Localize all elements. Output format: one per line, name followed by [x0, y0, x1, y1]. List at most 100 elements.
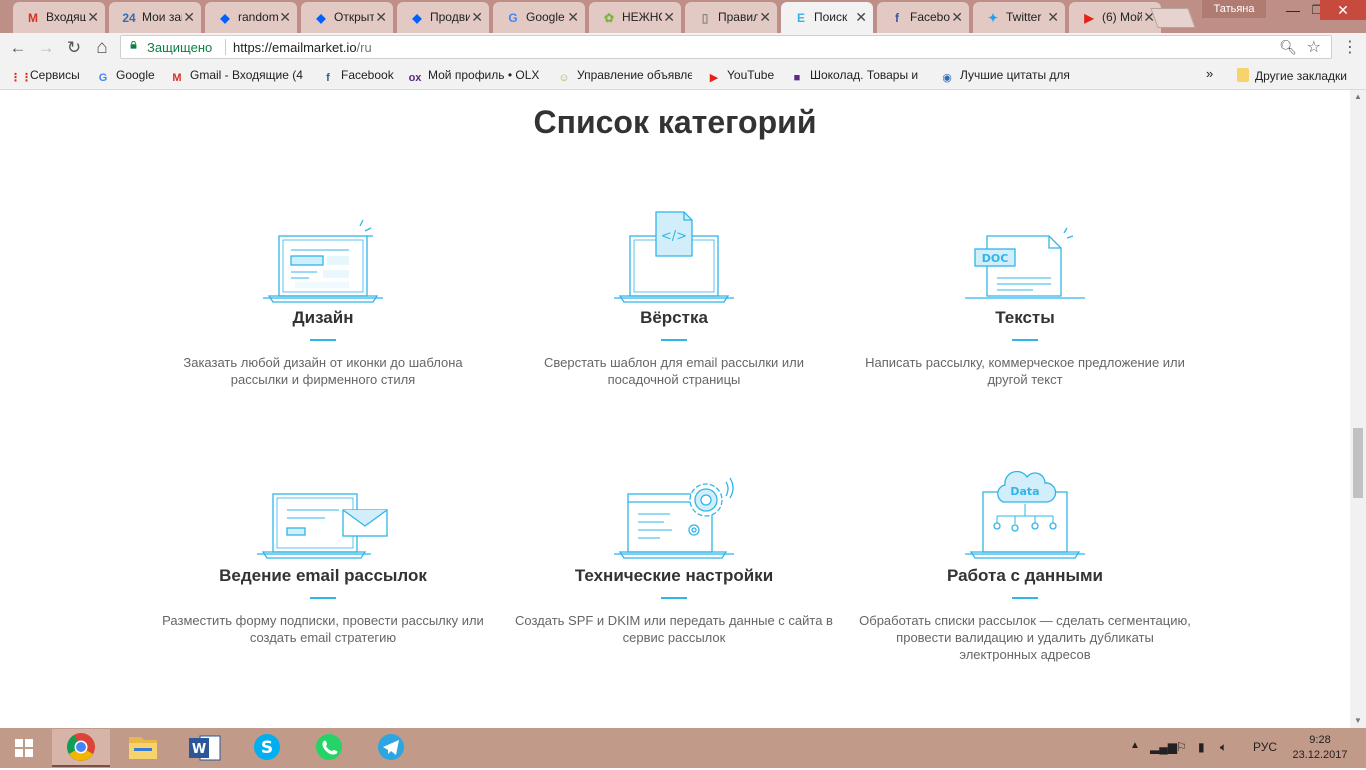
clock-date: 23.12.2017 [1292, 749, 1348, 761]
tab-5[interactable]: G Google ✕ [493, 2, 585, 33]
tab-11[interactable]: ▶ (6) Мой ✕ [1069, 2, 1161, 33]
tab-title: Открытие [334, 10, 374, 24]
address-bar[interactable]: Защищено https://emailmarket.io/ru 🔍︎ ☆ [120, 35, 1332, 59]
category-card-markup[interactable]: </> Вёрстка Сверстать шаблон для email р… [499, 210, 849, 388]
close-tab-icon[interactable]: ✕ [375, 9, 387, 26]
tray-overflow-icon[interactable]: ▲ [1130, 740, 1140, 751]
tab-title: (6) Мой [1102, 10, 1142, 24]
dropbox-icon: ◆ [316, 11, 326, 25]
tab-8[interactable]: E Поиск ✕ [781, 2, 873, 33]
google-translate-icon: G [508, 11, 518, 25]
svg-text:S: S [261, 738, 273, 758]
category-card-email[interactable]: Ведение email рассылок Разместить форму … [148, 476, 498, 646]
close-tab-icon[interactable]: ✕ [183, 9, 195, 26]
bookmarks-overflow-button[interactable]: » [1206, 66, 1213, 82]
category-card-texts[interactable]: DOC Тексты Написать рассылку, коммерческ… [850, 218, 1200, 388]
bookmark-item[interactable]: ◉ Лучшие цитаты для [940, 68, 1070, 84]
taskbar-chrome[interactable] [52, 729, 110, 767]
tab-7[interactable]: ▯ Правила✕ [685, 2, 777, 33]
close-tab-icon[interactable]: ✕ [567, 9, 579, 26]
browser-menu-icon[interactable]: ⋮ [1340, 37, 1360, 57]
taskbar-word[interactable]: W [176, 729, 234, 767]
network-signal-icon[interactable]: ▂▄▆ [1150, 740, 1177, 754]
bookmark-item[interactable]: M Gmail - Входящие (4 [170, 68, 303, 84]
scroll-thumb[interactable] [1353, 428, 1363, 498]
forward-button[interactable]: → [36, 38, 56, 58]
word-icon: W [189, 735, 221, 761]
file-explorer-icon [129, 737, 157, 759]
tab-10[interactable]: ✦ Twitter ✕ [973, 2, 1065, 33]
bookmark-item[interactable]: ■ Шоколад. Товары и [790, 68, 918, 84]
volume-icon[interactable]: 🔈︎ [1220, 740, 1227, 755]
close-window-button[interactable]: ✕ [1320, 0, 1366, 20]
tab-6[interactable]: ✿ НЕЖНО✕ [589, 2, 681, 33]
olx-icon: ox [408, 72, 422, 84]
clock-time: 9:28 [1309, 734, 1331, 746]
category-title[interactable]: Ведение email рассылок [148, 566, 498, 586]
language-indicator[interactable]: РУС [1253, 740, 1277, 754]
taskbar-skype[interactable]: S [238, 729, 296, 767]
shop-icon: ■ [793, 72, 801, 84]
data-label: Data [1010, 485, 1039, 498]
bookmark-item[interactable]: ☺ Управление объявле [557, 68, 692, 84]
close-tab-icon[interactable]: ✕ [951, 9, 963, 26]
tab-3[interactable]: ◆ Открытие✕ [301, 2, 393, 33]
category-title[interactable]: Работа с данными [850, 566, 1200, 586]
battery-icon[interactable]: ▮ [1198, 740, 1205, 754]
laptop-gear-icon [614, 477, 734, 559]
tab-1[interactable]: 24 Мои заказы✕ [109, 2, 201, 33]
category-divider [1012, 339, 1038, 341]
scroll-down-arrow-icon[interactable]: ▼ [1353, 716, 1363, 726]
page-content: Список категорий Дизайн Заказать любой д… [0, 90, 1350, 728]
facebook-icon: f [326, 72, 330, 84]
close-tab-icon[interactable]: ✕ [471, 9, 483, 26]
category-title[interactable]: Вёрстка [499, 308, 849, 328]
zoom-icon[interactable]: 🔍︎ [1279, 39, 1297, 56]
scroll-up-arrow-icon[interactable]: ▲ [1353, 92, 1363, 102]
close-tab-icon[interactable]: ✕ [663, 9, 675, 26]
secure-label: Защищено [147, 40, 213, 55]
url-text[interactable]: https://emailmarket.io/ru [233, 40, 372, 55]
taskbar-telegram[interactable] [362, 729, 420, 767]
category-title[interactable]: Тексты [850, 308, 1200, 328]
action-center-flag-icon[interactable]: ⚐ [1176, 740, 1187, 754]
close-tab-icon[interactable]: ✕ [279, 9, 291, 26]
tab-title: Twitter [1006, 10, 1042, 24]
browser-title-bar: MВходящие✕24Мои заказы✕◆random✕ ◆ Открытие… [0, 0, 1366, 33]
youtube-icon: ▶ [709, 72, 719, 84]
bookmark-item[interactable]: ⋮⋮Сервисы [10, 68, 80, 84]
category-card-design[interactable]: Дизайн Заказать любой дизайн от иконки д… [148, 218, 498, 388]
taskbar-whatsapp[interactable] [300, 729, 358, 767]
reload-button[interactable]: ↻ [64, 38, 84, 58]
tab-0[interactable]: M Входящие✕ [13, 2, 105, 33]
close-tab-icon[interactable]: ✕ [87, 9, 99, 26]
tab-9[interactable]: f Facebook✕ [877, 2, 969, 33]
bookmark-item[interactable]: f Facebook [321, 68, 394, 84]
category-card-tech[interactable]: Технические настройки Создать SPF и DKIM… [499, 476, 849, 646]
home-button[interactable]: ⌂ [92, 38, 112, 58]
profile-name[interactable]: Татьяна [1202, 0, 1266, 18]
new-tab-button[interactable] [1150, 8, 1196, 28]
bookmark-star-icon[interactable]: ☆ [1307, 37, 1321, 57]
back-button[interactable]: ← [8, 38, 28, 58]
smile-icon: ☺ [558, 72, 570, 84]
other-bookmarks[interactable]: Другие закладки [1237, 68, 1347, 84]
category-title[interactable]: Технические настройки [499, 566, 849, 586]
taskbar-file-explorer[interactable] [114, 729, 172, 767]
close-tab-icon[interactable]: ✕ [759, 9, 771, 26]
close-tab-icon[interactable]: ✕ [1047, 9, 1059, 26]
page-scrollbar[interactable]: ▲ ▼ [1350, 90, 1366, 728]
code-symbol: </> [661, 229, 687, 244]
windows-start-icon[interactable] [0, 728, 48, 768]
category-description: Написать рассылку, коммерческое предложе… [865, 355, 1185, 387]
tab-4[interactable]: ◆ Продвижение✕ [397, 2, 489, 33]
category-title[interactable]: Дизайн [148, 308, 498, 328]
close-tab-icon[interactable]: ✕ [855, 9, 867, 26]
system-clock[interactable]: 9:28 23.12.2017 [1288, 733, 1352, 763]
tab-2[interactable]: ◆ random ✕ [205, 2, 297, 33]
category-card-data[interactable]: Data Работа с данными Обработать списки … [850, 466, 1200, 663]
bookmark-item[interactable]: ▶ YouTube [707, 68, 774, 84]
category-divider [310, 339, 336, 341]
bookmark-item[interactable]: ox Мой профиль • OLX [408, 68, 540, 84]
bookmark-item[interactable]: G Google [96, 68, 155, 84]
